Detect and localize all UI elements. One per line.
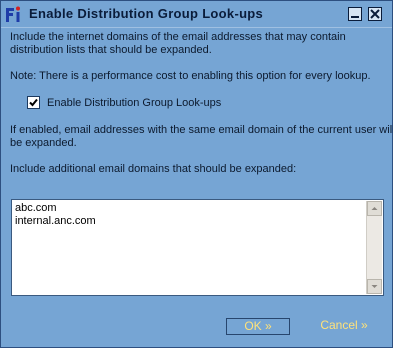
- if-enabled-text-line2: be expanded.: [10, 137, 77, 149]
- scroll-up-button[interactable]: [367, 201, 382, 216]
- window-title: Enable Distribution Group Look-ups: [29, 6, 264, 21]
- minimize-icon: [351, 16, 359, 18]
- intro-text-line1: Include the internet domains of the emai…: [10, 31, 346, 43]
- close-icon: [370, 9, 380, 19]
- vertical-scrollbar[interactable]: [366, 201, 382, 294]
- minimize-button[interactable]: [348, 7, 362, 21]
- additional-domains-label: Include additional email domains that sh…: [10, 163, 297, 175]
- domain-line: abc.com: [15, 202, 57, 214]
- scroll-down-button[interactable]: [367, 279, 382, 294]
- arrow-up-icon: [371, 207, 378, 210]
- enable-lookups-label[interactable]: Enable Distribution Group Look-ups: [47, 97, 221, 110]
- close-button[interactable]: [368, 7, 382, 21]
- enable-lookups-checkbox[interactable]: [27, 96, 40, 109]
- email-domains-textarea[interactable]: abc.com internal.anc.com: [11, 199, 384, 296]
- intro-text-line2: distribution lists that should be expand…: [10, 44, 212, 56]
- dialog-window: Enable Distribution Group Look-ups Inclu…: [0, 0, 393, 348]
- domain-line: internal.anc.com: [15, 215, 96, 227]
- app-logo-icon: [6, 6, 20, 22]
- arrow-down-icon: [371, 285, 378, 288]
- checkmark-icon: [29, 98, 38, 107]
- if-enabled-text-line1: If enabled, email addresses with the sam…: [10, 124, 393, 136]
- performance-note: Note: There is a performance cost to ena…: [10, 70, 371, 82]
- ok-button[interactable]: OK »: [226, 318, 290, 335]
- cancel-button[interactable]: Cancel »: [313, 318, 375, 335]
- title-bar[interactable]: Enable Distribution Group Look-ups: [1, 1, 392, 28]
